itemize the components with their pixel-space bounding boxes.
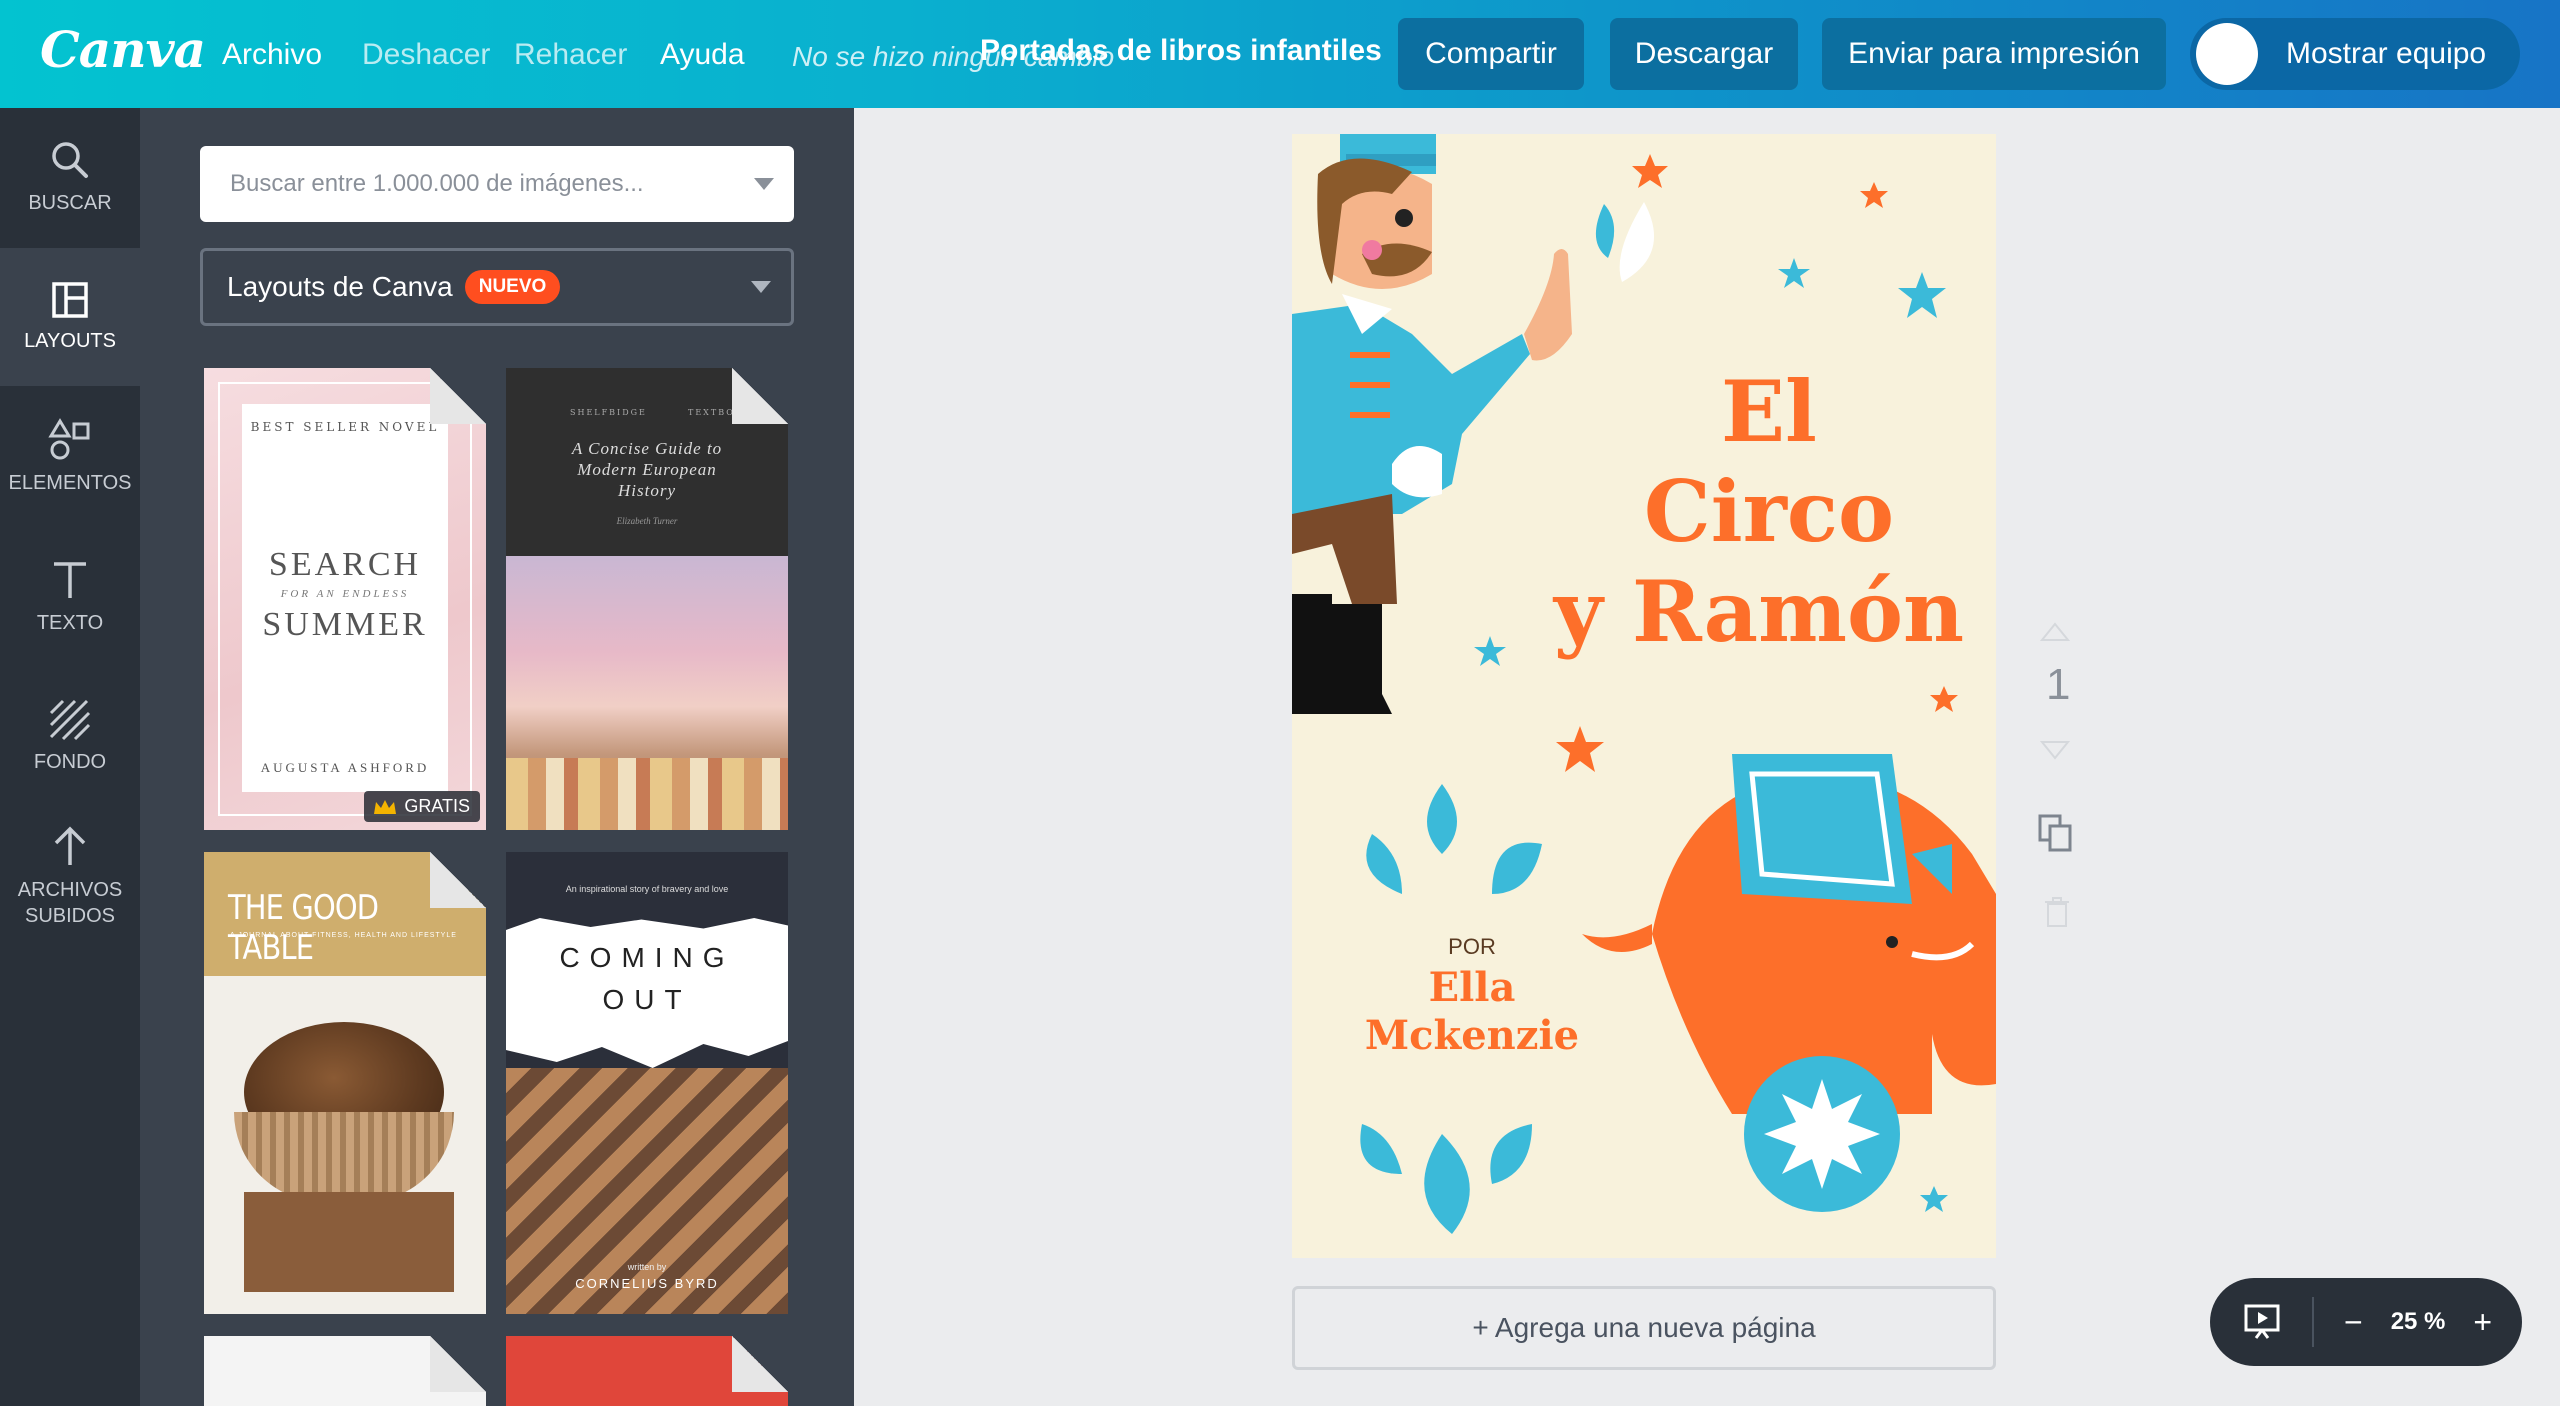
present-icon[interactable] xyxy=(2242,1302,2282,1342)
rail-label: LAYOUTS xyxy=(24,330,116,352)
layout-thumb-european-history[interactable]: SHELFBIDGE TEXTBOOKS A Concise Guide to … xyxy=(506,368,788,830)
chevron-down-icon[interactable] xyxy=(754,178,774,190)
document-title[interactable]: Portadas de libros infantiles xyxy=(980,34,1382,68)
page-fold-inner xyxy=(732,1336,788,1392)
rail-item-fondo[interactable]: FONDO xyxy=(0,668,140,806)
free-badge: GRATIS xyxy=(364,791,480,822)
menu-rehacer[interactable]: Rehacer xyxy=(514,38,627,72)
rail-label: FONDO xyxy=(33,751,107,773)
thumb-title: THE GOOD TABLE xyxy=(228,888,379,968)
page-fold-inner xyxy=(732,368,788,424)
menu-deshacer[interactable]: Deshacer xyxy=(362,38,490,72)
thumb-title: COMING xyxy=(559,942,735,973)
rail-label-2: SUBIDOS xyxy=(24,905,116,927)
page-fold-inner xyxy=(430,852,486,908)
thumb-tagline: An inspirational story of bravery and lo… xyxy=(565,884,729,894)
move-page-up-icon[interactable] xyxy=(2040,622,2070,642)
thumb-subtitle: FOR AN ENDLESS xyxy=(280,588,410,600)
image-search-field[interactable] xyxy=(200,146,794,222)
rail-item-layouts[interactable]: LAYOUTS xyxy=(0,248,140,386)
menu-archivo[interactable]: Archivo xyxy=(222,38,322,72)
rail-label: TEXTO xyxy=(36,612,104,634)
download-button[interactable]: Descargar xyxy=(1610,18,1798,90)
rail-item-texto[interactable]: TEXTO xyxy=(0,528,140,666)
canva-logo[interactable]: Canva xyxy=(40,20,206,79)
cover-author-line-1[interactable]: Ella xyxy=(1332,964,1612,1012)
show-team-label: Mostrar equipo xyxy=(2286,37,2487,70)
chevron-down-icon xyxy=(751,281,771,293)
layout-thumb-search-summer[interactable]: BEST SELLER NOVEL SEARCH FOR AN ENDLESS … xyxy=(204,368,486,830)
thumb-title-2: OUT xyxy=(602,984,692,1015)
zoom-divider xyxy=(2312,1297,2314,1347)
rail-item-archivos[interactable]: ARCHIVOS SUBIDOS xyxy=(0,808,140,946)
thumb-board xyxy=(244,1192,454,1292)
zoom-out-button[interactable]: − xyxy=(2344,1304,2363,1341)
text-icon xyxy=(54,562,86,598)
rail-label: BUSCAR xyxy=(28,192,112,214)
layout-thumb-coming-out[interactable]: An inspirational story of bravery and lo… xyxy=(506,852,788,1314)
avatar xyxy=(2196,23,2258,85)
duplicate-page-icon[interactable] xyxy=(2038,814,2074,854)
left-rail: BUSCAR LAYOUTS ELEMENTOS TEXTO FONDO ARC… xyxy=(0,108,140,1406)
thumb-photo-houses xyxy=(506,758,788,830)
delete-page-icon[interactable] xyxy=(2044,896,2070,928)
cover-title-line-1[interactable]: El xyxy=(1542,362,1996,462)
thumb-basket xyxy=(234,1112,454,1202)
layout-select-label: Layouts de Canva xyxy=(227,271,453,302)
layouts-icon xyxy=(52,282,88,318)
zoom-control: − 25 % + xyxy=(2210,1278,2522,1366)
crown-icon xyxy=(374,799,397,814)
elephant-illustration xyxy=(1582,754,1996,1212)
show-team-button[interactable]: Mostrar equipo xyxy=(2190,18,2520,90)
zoom-in-button[interactable]: + xyxy=(2473,1304,2492,1341)
zoom-level[interactable]: 25 % xyxy=(2391,1308,2446,1336)
layouts-panel: Layouts de Canva NUEVO BEST SELLER NOVEL… xyxy=(140,108,854,1406)
free-badge-label: GRATIS xyxy=(404,796,470,816)
page-number: 1 xyxy=(2046,660,2071,709)
top-bar: Canva Archivo Deshacer Rehacer Ayuda No … xyxy=(0,0,2560,108)
cover-title-line-2[interactable]: Circo xyxy=(1542,462,1996,562)
cover-byline[interactable]: POR xyxy=(1372,934,1572,960)
page-fold-inner xyxy=(430,1336,486,1392)
rail-item-elementos[interactable]: ELEMENTOS xyxy=(0,388,140,526)
search-icon xyxy=(52,142,88,178)
new-badge: NUEVO xyxy=(464,270,561,304)
search-input[interactable] xyxy=(230,170,730,198)
thumb-written: written by xyxy=(627,1262,667,1272)
layout-thumb-partial[interactable] xyxy=(204,1336,486,1406)
thumb-author: AUGUSTA ASHFORD xyxy=(260,760,430,775)
page-fold-inner xyxy=(430,368,486,424)
add-page-button[interactable]: + Agrega una nueva página xyxy=(1292,1286,1996,1370)
thumb-title: A Concise Guide to Modern European Histo… xyxy=(571,439,723,500)
cover-author-line-2[interactable]: Mckenzie xyxy=(1322,1012,1622,1060)
rail-label: ELEMENTOS xyxy=(8,472,132,494)
thumb-author: Elizabeth Turner xyxy=(616,516,678,526)
upload-icon xyxy=(54,826,86,865)
thumb-title-2: SUMMER xyxy=(262,606,428,643)
layout-source-select[interactable]: Layouts de Canva NUEVO xyxy=(200,248,794,326)
thumb-subtitle: A JOURNAL ABOUT FITNESS, HEALTH AND LIFE… xyxy=(230,932,457,939)
rail-item-buscar[interactable]: BUSCAR xyxy=(0,108,140,246)
thumb-title: SEARCH xyxy=(268,546,422,583)
layout-thumb-good-table[interactable]: THE GOOD TABLE A JOURNAL ABOUT FITNESS, … xyxy=(204,852,486,1314)
cover-illustration xyxy=(1292,134,1996,1234)
thumb-author: CORNELIUS BYRD xyxy=(575,1276,719,1291)
design-page[interactable]: El Circo y Ramón POR Ella Mckenzie xyxy=(1292,134,1996,1258)
print-button[interactable]: Enviar para impresión xyxy=(1822,18,2166,90)
menu-ayuda[interactable]: Ayuda xyxy=(660,38,745,72)
share-button[interactable]: Compartir xyxy=(1398,18,1584,90)
elements-icon xyxy=(48,418,90,460)
thumb-publisher: SHELFBIDGE xyxy=(570,408,647,417)
background-icon xyxy=(49,699,91,741)
move-page-down-icon[interactable] xyxy=(2040,740,2070,760)
rail-label: ARCHIVOS xyxy=(17,879,123,901)
layout-thumb-partial[interactable] xyxy=(506,1336,788,1406)
cover-title-line-3[interactable]: y Ramón xyxy=(1522,562,1996,662)
